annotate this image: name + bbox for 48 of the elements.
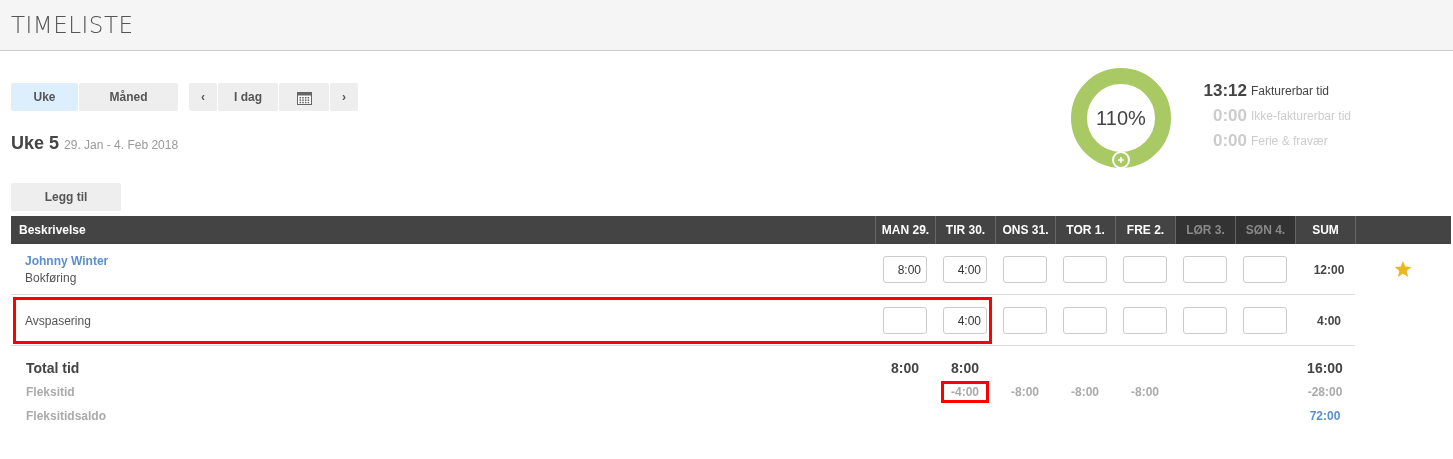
total-sum: 72:00 [1309, 409, 1341, 423]
next-button[interactable]: › [330, 83, 358, 111]
task-name: Bokføring [25, 271, 78, 285]
total-value: 8:00 [891, 360, 919, 376]
total-sum: -28:00 [1307, 385, 1343, 399]
hours-input[interactable] [1063, 256, 1107, 283]
total-value: -8:00 [1011, 385, 1039, 399]
hours-input[interactable] [1003, 307, 1047, 334]
hours-input[interactable]: 8:00 [883, 256, 927, 283]
total-label: Fleksitid [25, 385, 76, 399]
total-sum: 16:00 [1307, 360, 1343, 376]
total-label: Total tid [25, 360, 81, 376]
hours-input[interactable] [1003, 256, 1047, 283]
hours-input[interactable]: 4:00 [943, 256, 987, 283]
row-sum: 12:00 [1313, 262, 1345, 277]
time-value: 13:12 [1202, 81, 1247, 101]
hours-input[interactable] [1183, 256, 1227, 283]
star-icon[interactable] [1394, 261, 1412, 278]
hours-input[interactable] [1243, 307, 1287, 334]
view-tab[interactable]: Måned [79, 83, 178, 111]
task-name: Avspasering [25, 313, 92, 328]
hours-input[interactable]: 4:00 [943, 307, 987, 334]
client-link[interactable]: Johnny Winter [25, 254, 875, 268]
week-title: Uke 5 [11, 133, 60, 154]
page-title: TIMELISTE [11, 12, 134, 38]
hours-input[interactable] [1183, 307, 1227, 334]
time-label: Fakturerbar tid [1250, 84, 1329, 98]
column-header: LØR 3. [1175, 216, 1235, 244]
hours-input[interactable] [1123, 307, 1167, 334]
hours-input[interactable] [1063, 307, 1107, 334]
total-value: -4:00 [944, 384, 986, 400]
calendar-icon [296, 89, 312, 105]
percent-value: 110% [1096, 106, 1146, 130]
previous-button[interactable]: ‹ [189, 83, 217, 111]
column-header: SØN 4. [1235, 216, 1295, 244]
today-button[interactable]: I dag [218, 83, 278, 111]
total-label: Fleksitidsaldo [25, 409, 108, 423]
add-button[interactable]: Legg til [11, 183, 121, 211]
hours-input[interactable] [883, 307, 927, 334]
view-tab[interactable]: Uke [11, 83, 78, 111]
calendar-button[interactable] [279, 83, 329, 111]
hours-input[interactable] [1243, 256, 1287, 283]
total-value: -8:00 [1071, 385, 1099, 399]
date-range: 29. Jan - 4. Feb 2018 [64, 138, 179, 152]
row-sum: 4:00 [1317, 313, 1341, 328]
total-value: 8:00 [951, 360, 979, 376]
hours-input[interactable] [1123, 256, 1167, 283]
total-value: -8:00 [1131, 385, 1159, 399]
